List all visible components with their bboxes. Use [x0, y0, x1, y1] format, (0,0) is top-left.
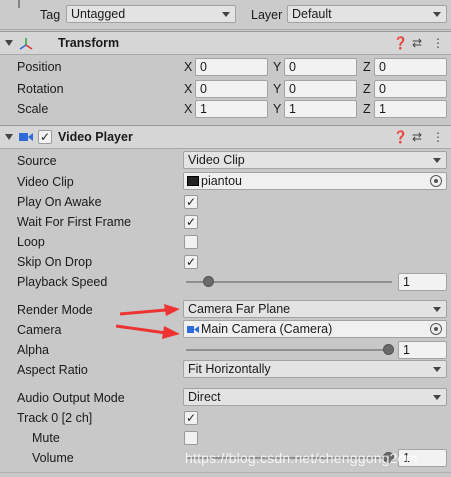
object-picker-icon[interactable]	[430, 323, 442, 335]
transform-icon	[19, 38, 33, 50]
render-mode-label: Render Mode	[17, 303, 93, 317]
mute-label: Mute	[32, 431, 60, 445]
object-picker-icon[interactable]	[430, 175, 442, 187]
annotation-arrow-render-mode	[119, 304, 180, 316]
chevron-down-icon	[222, 12, 230, 17]
chevron-down-icon	[433, 395, 441, 400]
aspect-ratio-dropdown[interactable]: Fit Horizontally	[183, 360, 447, 378]
position-label: Position	[17, 60, 62, 74]
camera-icon	[187, 326, 199, 333]
position-z-field[interactable]: 0	[374, 58, 447, 76]
playback-speed-label: Playback Speed	[17, 275, 108, 289]
loop-checkbox[interactable]	[184, 235, 198, 249]
help-icon[interactable]: ❓	[393, 36, 408, 50]
alpha-slider-handle[interactable]	[383, 344, 394, 355]
render-mode-dropdown[interactable]: Camera Far Plane	[183, 300, 447, 318]
audio-output-dropdown[interactable]: Direct	[183, 388, 447, 406]
axis-y-label: Y	[273, 102, 282, 116]
scale-y-field[interactable]: 1	[284, 100, 357, 118]
object-header: Tag Untagged Layer Default	[0, 0, 451, 30]
more-options-icon[interactable]: ⋮	[432, 36, 444, 50]
help-icon[interactable]: ❓	[393, 130, 408, 144]
volume-label: Volume	[32, 451, 74, 465]
video-clip-label: Video Clip	[17, 175, 74, 189]
wait-first-frame-label: Wait For First Frame	[17, 215, 132, 229]
layer-value: Default	[292, 7, 332, 21]
video-clip-icon	[187, 176, 199, 186]
mute-checkbox[interactable]	[184, 431, 198, 445]
rotation-label: Rotation	[17, 82, 64, 96]
video-player-title: Video Player	[58, 130, 133, 144]
chevron-down-icon	[433, 367, 441, 372]
source-value: Video Clip	[188, 153, 245, 167]
presets-icon[interactable]: ⇄	[412, 36, 422, 50]
transform-header[interactable]: Transform ❓ ⇄ ⋮	[0, 31, 451, 55]
game-object-icon	[18, 0, 20, 8]
scale-z-field[interactable]: 1	[374, 100, 447, 118]
video-player-header[interactable]: ✓ Video Player ❓ ⇄ ⋮	[0, 125, 451, 149]
loop-label: Loop	[17, 235, 45, 249]
chevron-down-icon	[433, 158, 441, 163]
video-clip-value: piantou	[201, 174, 243, 188]
axis-x-label: X	[184, 82, 193, 96]
playback-speed-slider-handle[interactable]	[203, 276, 214, 287]
layer-dropdown[interactable]: Default	[287, 5, 447, 23]
rotation-y-field[interactable]: 0	[284, 80, 357, 98]
scale-x-field[interactable]: 1	[195, 100, 268, 118]
source-dropdown[interactable]: Video Clip	[183, 151, 447, 169]
axis-z-label: Z	[363, 82, 371, 96]
axis-x-label: X	[184, 102, 193, 116]
foldout-arrow-icon[interactable]	[5, 40, 13, 46]
camera-value: Main Camera (Camera)	[201, 322, 333, 336]
aspect-ratio-value: Fit Horizontally	[188, 362, 271, 376]
foldout-arrow-icon[interactable]	[5, 134, 13, 140]
alpha-field[interactable]: 1	[398, 341, 447, 359]
skip-on-drop-label: Skip On Drop	[17, 255, 93, 269]
rotation-x-field[interactable]: 0	[195, 80, 268, 98]
position-y-field[interactable]: 0	[284, 58, 357, 76]
alpha-slider-track[interactable]	[186, 349, 392, 351]
rotation-z-field[interactable]: 0	[374, 80, 447, 98]
transform-title: Transform	[58, 36, 120, 50]
video-player-icon	[19, 133, 33, 141]
axis-y-label: Y	[273, 82, 282, 96]
audio-output-value: Direct	[188, 390, 221, 404]
chevron-down-icon	[433, 307, 441, 312]
tag-label: Tag	[40, 8, 61, 22]
more-options-icon[interactable]: ⋮	[432, 130, 444, 144]
track-label: Track 0 [2 ch]	[17, 411, 93, 425]
aspect-ratio-label: Aspect Ratio	[17, 363, 88, 377]
play-on-awake-checkbox[interactable]: ✓	[184, 195, 198, 209]
source-label: Source	[17, 154, 57, 168]
annotation-arrow-camera	[115, 324, 180, 339]
presets-icon[interactable]: ⇄	[412, 130, 422, 144]
watermark-text: https://blog.csdn.net/chenggong2dm	[185, 450, 418, 466]
render-mode-value: Camera Far Plane	[188, 302, 291, 316]
chevron-down-icon	[433, 12, 441, 17]
axis-x-label: X	[184, 60, 193, 74]
position-x-field[interactable]: 0	[195, 58, 268, 76]
track-enabled-checkbox[interactable]: ✓	[184, 411, 198, 425]
tag-value: Untagged	[71, 7, 126, 21]
playback-speed-slider-track[interactable]	[186, 281, 392, 283]
axis-z-label: Z	[363, 60, 371, 74]
layer-label: Layer	[251, 8, 283, 22]
wait-first-frame-checkbox[interactable]: ✓	[184, 215, 198, 229]
tag-dropdown[interactable]: Untagged	[66, 5, 236, 23]
skip-on-drop-checkbox[interactable]: ✓	[184, 255, 198, 269]
video-clip-field[interactable]: piantou	[183, 172, 447, 190]
axis-y-label: Y	[273, 60, 282, 74]
camera-label: Camera	[17, 323, 62, 337]
section-divider	[0, 472, 451, 473]
alpha-label: Alpha	[17, 343, 49, 357]
audio-output-label: Audio Output Mode	[17, 391, 125, 405]
camera-field[interactable]: Main Camera (Camera)	[183, 320, 447, 338]
component-enabled-checkbox[interactable]: ✓	[38, 130, 52, 144]
play-on-awake-label: Play On Awake	[17, 195, 102, 209]
playback-speed-field[interactable]: 1	[398, 273, 447, 291]
scale-label: Scale	[17, 102, 49, 116]
axis-z-label: Z	[363, 102, 371, 116]
